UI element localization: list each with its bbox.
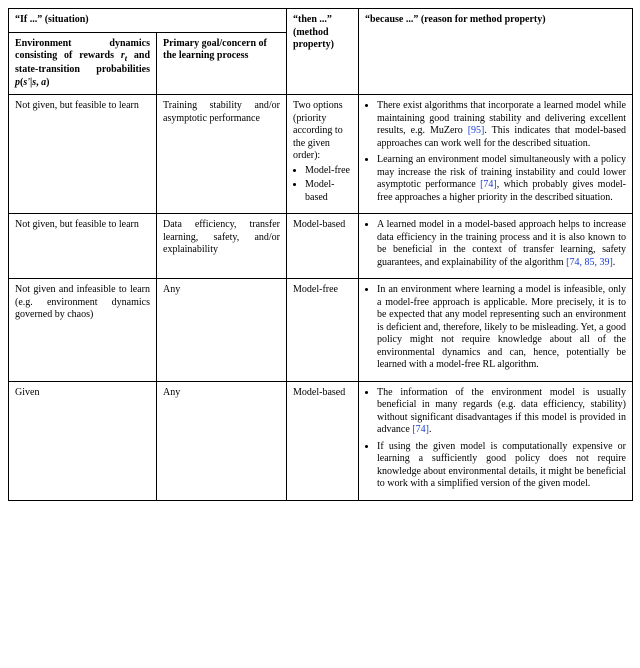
then-list: Model-free Model-based — [305, 165, 352, 205]
header-env: Environment dynamics consisting of rewar… — [9, 32, 157, 95]
list-item: A learned model in a model-based approac… — [377, 219, 626, 269]
then-intro: Two options (priority according to the g… — [293, 100, 343, 161]
header-because: “because ...” (reason for method propert… — [359, 9, 633, 95]
cell-goal: Training stability and/or asymptotic per… — [157, 95, 287, 214]
header-if: “If ...” (situation) — [9, 9, 287, 33]
cell-then: Two options (priority according to the g… — [287, 95, 359, 214]
cell-because: A learned model in a model-based approac… — [359, 214, 633, 279]
list-item: Learning an environment model simultaneo… — [377, 154, 626, 204]
citation: [74, 85, 39] — [566, 257, 613, 268]
cell-because: In an environment where learning a model… — [359, 279, 633, 382]
table-row: Not given and infeasible to learn (e.g. … — [9, 279, 633, 382]
cell-goal: Any — [157, 381, 287, 500]
cell-because: The information of the environment model… — [359, 381, 633, 500]
header-then: “then ...” (method property) — [287, 9, 359, 95]
citation: [95] — [468, 125, 485, 136]
list-item: There exist algorithms that incorporate … — [377, 100, 626, 150]
cell-then: Model-based — [287, 381, 359, 500]
list-item: If using the given model is computationa… — [377, 441, 626, 491]
table-row: Not given, but feasible to learn Trainin… — [9, 95, 633, 214]
list-item: In an environment where learning a model… — [377, 284, 626, 372]
list-item: The information of the environment model… — [377, 387, 626, 437]
table-row: Given Any Model-based The information of… — [9, 381, 633, 500]
cell-then: Model-based — [287, 214, 359, 279]
cell-because: There exist algorithms that incorporate … — [359, 95, 633, 214]
cell-env: Given — [9, 381, 157, 500]
cell-env: Not given, but feasible to learn — [9, 214, 157, 279]
list-item: Model-free — [305, 165, 352, 178]
citation: [74] — [412, 424, 429, 435]
cell-env: Not given, but feasible to learn — [9, 95, 157, 214]
list-item: Model-based — [305, 179, 352, 204]
header-goal: Primary goal/concern of the learning pro… — [157, 32, 287, 95]
cell-goal: Data efficiency, transfer learning, safe… — [157, 214, 287, 279]
citation: [74] — [480, 179, 497, 190]
cell-goal: Any — [157, 279, 287, 382]
cell-then: Model-free — [287, 279, 359, 382]
table-row: Not given, but feasible to learn Data ef… — [9, 214, 633, 279]
cell-env: Not given and infeasible to learn (e.g. … — [9, 279, 157, 382]
decision-table: “If ...” (situation) “then ...” (method … — [8, 8, 633, 501]
